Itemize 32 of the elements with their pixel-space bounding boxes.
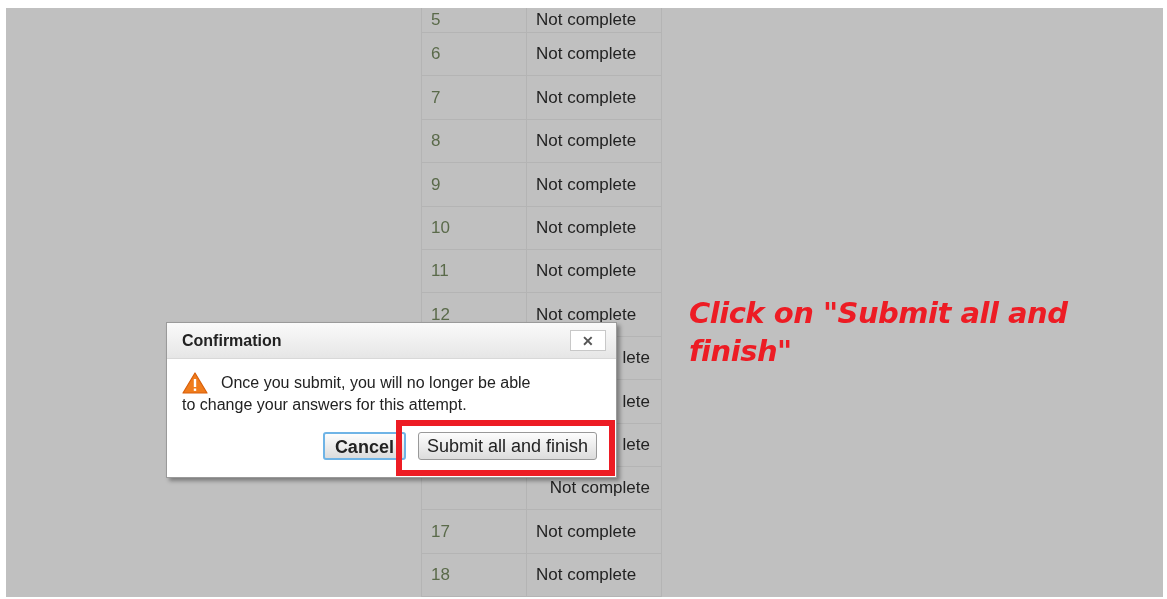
dialog-button[interactable]: Submit all and finish: [417, 432, 597, 460]
question-number: 11: [431, 260, 449, 283]
status-text: lete: [622, 347, 650, 370]
status-text: Not complete: [536, 43, 637, 66]
question-number: 6: [431, 43, 441, 66]
dialog-button[interactable]: Cancel: [322, 432, 406, 460]
status-text: Not complete: [536, 303, 637, 326]
question-number: 18: [431, 564, 450, 587]
question-number: 17: [431, 520, 450, 543]
warning-icon: [182, 372, 208, 394]
dialog-title: Confirmation: [182, 330, 282, 351]
status-text: Not complete: [549, 477, 650, 500]
dialog-message-line: Once you submit, you will no longer be able: [221, 373, 531, 393]
status-text: Not complete: [536, 564, 637, 587]
status-text: Not complete: [536, 260, 637, 283]
status-text: lete: [622, 433, 650, 456]
status-text: Not complete: [536, 130, 637, 153]
question-number: 10: [431, 217, 450, 239]
status-text: Not complete: [536, 173, 637, 196]
status-text: Not complete: [536, 86, 637, 109]
annotation-text: Click on "Submit all and finish": [689, 295, 1069, 370]
question-number: 9: [431, 173, 441, 196]
question-number: 8: [431, 130, 441, 153]
question-number: 7: [431, 86, 441, 109]
status-text: Not complete: [536, 9, 637, 32]
status-text: Not complete: [536, 217, 637, 239]
question-number: 12: [431, 303, 450, 326]
close-button[interactable]: ✕: [570, 330, 606, 351]
dialog-message-line: to change your answers for this attempt.: [182, 395, 467, 415]
status-text: Not complete: [536, 520, 637, 543]
question-number: 5: [431, 9, 441, 32]
status-text: lete: [622, 390, 650, 413]
